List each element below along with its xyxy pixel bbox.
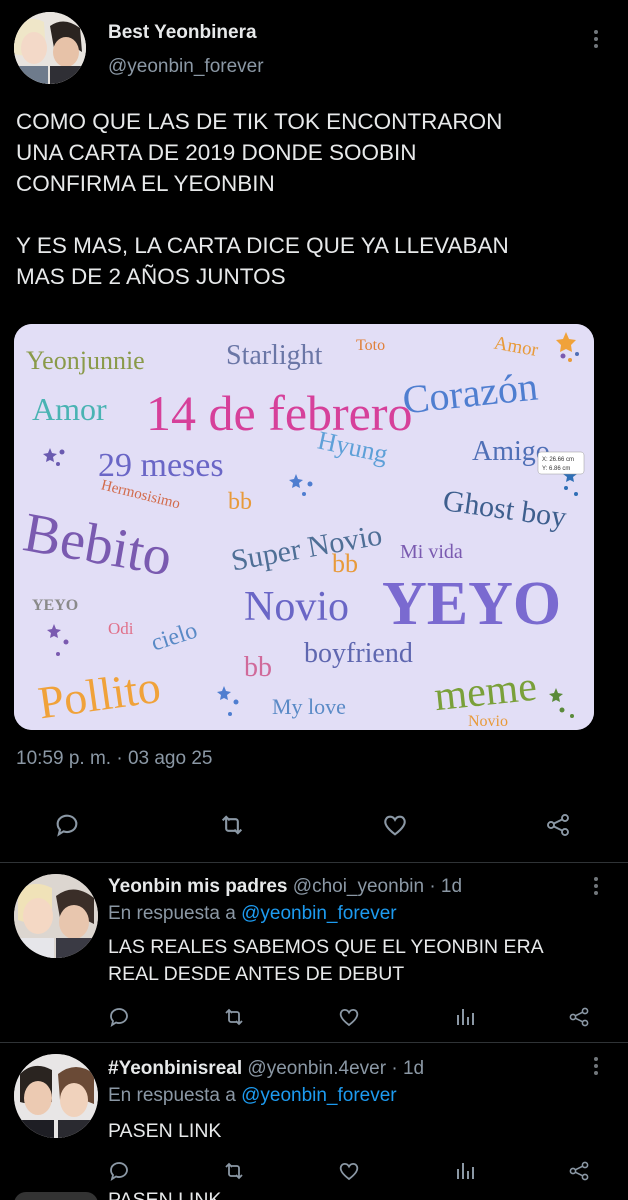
- card-word: Toto: [356, 337, 385, 354]
- next-reply-avatar: [14, 1192, 98, 1200]
- share-icon[interactable]: [542, 810, 574, 840]
- card-word: Novio: [244, 584, 349, 630]
- like-icon[interactable]: [336, 1004, 362, 1030]
- reply-line: PASEN LINK: [108, 1120, 222, 1142]
- author-avatar[interactable]: [14, 12, 86, 84]
- reply-time: · 1d: [429, 876, 463, 897]
- tweet-line: MAS DE 2 AÑOS JUNTOS: [16, 264, 286, 289]
- share-icon[interactable]: [566, 1158, 592, 1184]
- author-name[interactable]: Best Yeonbinera: [108, 22, 257, 44]
- retweet-icon[interactable]: [220, 1004, 248, 1030]
- tweet-line: COMO QUE LAS DE TIK TOK ENCONTRARON: [16, 109, 503, 134]
- tweet-line: Y ES MAS, LA CARTA DICE QUE YA LLEVABAN: [16, 233, 509, 258]
- like-icon[interactable]: [336, 1158, 362, 1184]
- next-reply-text: PASEN LINK: [108, 1189, 222, 1200]
- card-word: Odi: [108, 619, 134, 638]
- card-word: Mi vida: [400, 541, 463, 563]
- analytics-icon[interactable]: [452, 1004, 478, 1030]
- reply-icon[interactable]: [106, 1004, 132, 1030]
- divider: [0, 1042, 628, 1043]
- card-word: Starlight: [226, 340, 323, 371]
- more-options-icon[interactable]: [584, 27, 608, 51]
- tweet-text: COMO QUE LAS DE TIK TOK ENCONTRARON UNA …: [16, 106, 616, 292]
- card-word: bb: [244, 652, 272, 683]
- measure-x: X: 26.66 cm: [542, 457, 574, 463]
- card-word: 29 meses: [98, 447, 224, 484]
- reply-avatar[interactable]: [14, 1054, 98, 1138]
- reply-header: #Yeonbinisreal @yeonbin.4ever · 1d: [108, 1058, 424, 1080]
- like-icon[interactable]: [380, 810, 410, 840]
- card-word: bb: [228, 489, 252, 515]
- reply-author-name[interactable]: Yeonbin mis padres: [108, 876, 288, 897]
- more-options-icon[interactable]: [584, 874, 608, 898]
- reply-line: REAL DESDE ANTES DE DEBUT: [108, 963, 405, 985]
- analytics-icon[interactable]: [452, 1158, 478, 1184]
- reply-line: LAS REALES SABEMOS QUE EL YEONBIN ERA: [108, 936, 544, 958]
- reply-mention-link[interactable]: @yeonbin_forever: [241, 903, 397, 924]
- card-word: bb: [332, 549, 358, 578]
- card-word: YEYO: [32, 597, 78, 614]
- tweet-line: UNA CARTA DE 2019 DONDE SOOBIN: [16, 140, 417, 165]
- card-word: 14 de febrero: [146, 385, 413, 441]
- tweet-timestamp: 10:59 p. m. · 03 ago 25: [16, 748, 213, 769]
- reply-icon[interactable]: [106, 1158, 132, 1184]
- card-word: My love: [272, 694, 346, 719]
- more-options-icon[interactable]: [584, 1054, 608, 1078]
- reply-text: PASEN LINK: [108, 1118, 608, 1145]
- word-cloud-image: Yeonjunnie Starlight Toto Amor Corazón A…: [14, 324, 594, 730]
- retweet-icon[interactable]: [216, 810, 248, 840]
- reply-avatar[interactable]: [14, 874, 98, 958]
- divider: [0, 862, 628, 863]
- share-icon[interactable]: [566, 1004, 592, 1030]
- reply-author-handle[interactable]: @choi_yeonbin: [293, 876, 424, 897]
- retweet-icon[interactable]: [220, 1158, 248, 1184]
- card-word: YEYO: [382, 570, 561, 638]
- media-card[interactable]: Yeonjunnie Starlight Toto Amor Corazón A…: [14, 324, 594, 730]
- card-word: Amor: [32, 391, 107, 427]
- reply-time: · 1d: [391, 1058, 425, 1079]
- measure-y: Y: 6.86 cm: [542, 466, 570, 472]
- reply-context: En respuesta a @yeonbin_forever: [108, 1085, 397, 1107]
- card-word: Novio: [468, 713, 508, 730]
- reply-to-label: En respuesta a: [108, 903, 236, 924]
- reply-context: En respuesta a @yeonbin_forever: [108, 903, 397, 925]
- reply-icon[interactable]: [52, 810, 82, 840]
- card-word: Yeonjunnie: [26, 346, 145, 375]
- tweet-line: CONFIRMA EL YEONBIN: [16, 171, 275, 196]
- reply-mention-link[interactable]: @yeonbin_forever: [241, 1085, 397, 1106]
- reply-author-name[interactable]: #Yeonbinisreal: [108, 1058, 242, 1079]
- reply-header: Yeonbin mis padres @choi_yeonbin · 1d: [108, 876, 462, 898]
- card-word: boyfriend: [304, 638, 413, 669]
- reply-text: LAS REALES SABEMOS QUE EL YEONBIN ERA RE…: [108, 934, 608, 988]
- reply-author-handle[interactable]: @yeonbin.4ever: [247, 1058, 386, 1079]
- author-handle[interactable]: @yeonbin_forever: [108, 56, 264, 78]
- reply-to-label: En respuesta a: [108, 1085, 236, 1106]
